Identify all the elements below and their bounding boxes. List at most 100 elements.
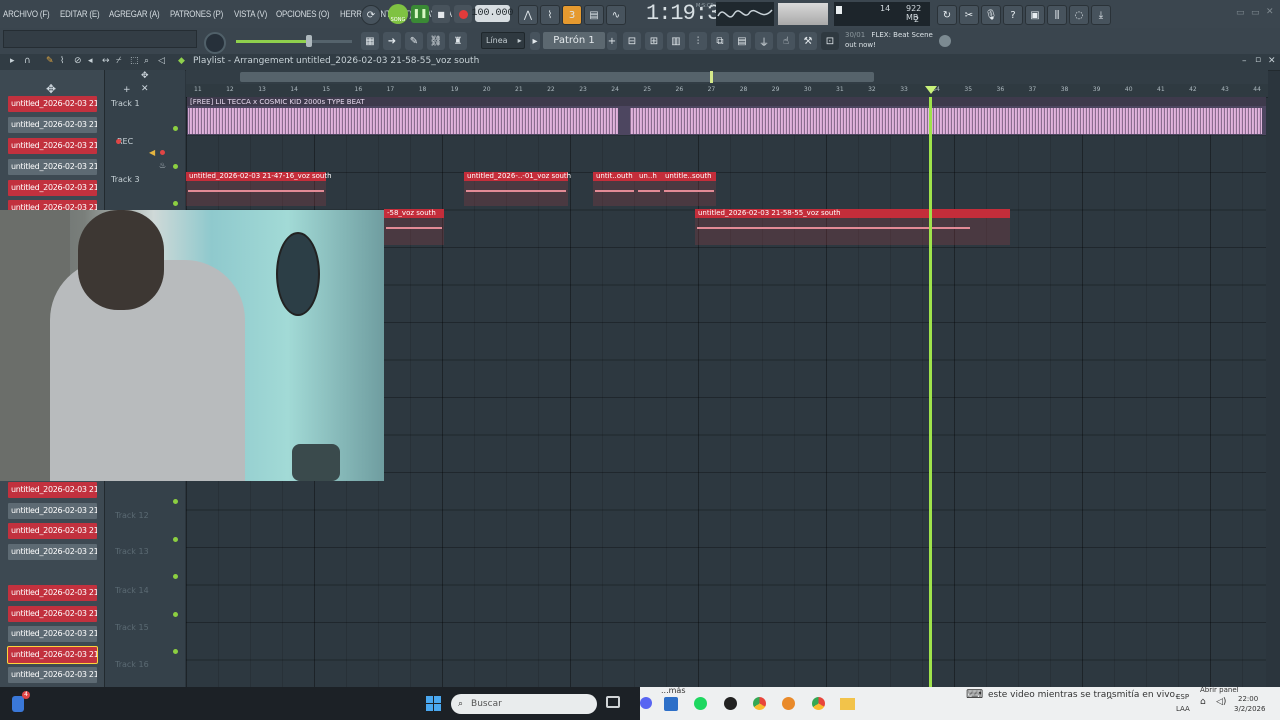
loop-record-icon[interactable]: ⟳ [361,5,381,25]
delete-icon[interactable]: ⊘ [74,56,82,66]
app-icon[interactable] [12,696,24,712]
track-14-led[interactable] [173,612,178,617]
sync-icon[interactable]: ↻ [937,5,957,25]
stop-button[interactable]: ■ [432,5,450,23]
track-16-name[interactable]: Track 16 [115,660,189,669]
news-panel[interactable]: 30/01 FLEX: Beat Scene out now! [845,30,945,52]
mute-icon[interactable]: ◂ [88,56,93,66]
window-minimize-icon[interactable]: – [1242,56,1247,66]
pattern-item-selected[interactable]: untitled_2026-02-03 21-... [7,646,98,664]
playlist-icon[interactable]: ⊟ [623,32,641,50]
chat-icon[interactable]: ◌ [1069,5,1089,25]
countdown-icon[interactable]: 3 [562,5,582,25]
microphone-icon[interactable]: 🎙 [981,5,1001,25]
pattern-item[interactable]: untitled_2026-02-03 21-... [8,117,97,133]
menu-file[interactable]: ARCHIVO (F) [3,9,50,19]
brush-icon[interactable]: ⌇ [60,56,64,66]
zoom-icon[interactable]: ⌕ [144,56,149,66]
track-2-led[interactable] [173,164,178,169]
speaker-small-icon[interactable]: ◀ [149,148,155,157]
news-settings-icon[interactable] [939,35,951,47]
calendar-app-icon[interactable] [664,697,678,711]
task-view-icon[interactable] [606,696,620,708]
snap-select[interactable]: Línea ▸ [481,32,525,49]
track-11-led[interactable] [173,499,178,504]
track-14-name[interactable]: Track 14 [115,586,189,595]
select-icon[interactable]: ⬚ [130,56,139,66]
play-button[interactable]: ❚❚ [411,5,429,23]
slice-icon[interactable]: ⌿ [116,56,121,66]
song-mode-toggle[interactable]: SONG [388,4,408,24]
menu-patterns[interactable]: PATRONES (P) [170,9,223,19]
track-12-led[interactable] [173,537,178,542]
maximize-icon[interactable]: ▭ [1251,8,1260,18]
timeline-ruler[interactable]: 11 12 13 14 15 16 17 18 19 20 21 22 23 24 25 26 27 28 29 30… [186,84,1268,98]
discord-icon[interactable] [640,697,652,709]
add-icon[interactable]: + [123,85,131,95]
record-button[interactable] [454,5,472,23]
scrollbar-thumb[interactable] [240,72,874,82]
pattern-item[interactable]: untitled_2026-02-03 21-... [8,606,97,622]
mixer-icon[interactable]: ⫼ [1047,5,1067,25]
tools-icon[interactable]: ⚒ [799,32,817,50]
pattern-item[interactable]: untitled_2026-02-03 21-... [8,667,97,683]
track-1-led[interactable] [173,126,178,131]
arrow-right-icon[interactable]: ➜ [383,32,401,50]
pattern-item[interactable]: untitled_2026-02-03 21-... [8,544,97,560]
track-15-name[interactable]: Track 15 [115,623,189,632]
pattern-prev-icon[interactable]: ▸ [530,32,540,50]
song-position-marker[interactable] [710,71,713,83]
step-edit-icon[interactable]: ▤ [584,5,604,25]
track-3-led[interactable] [173,201,178,206]
track-1-name[interactable]: Track 1 [111,99,185,108]
clock-time[interactable]: 22:00 [1238,695,1258,703]
menu-view[interactable]: VISTA (V) [234,9,267,19]
volume-icon[interactable]: ◁) [1216,697,1226,707]
pattern-item[interactable]: untitled_2026-02-03 21-... [8,482,97,498]
master-volume-handle[interactable] [306,35,312,47]
chrome-icon[interactable] [753,697,766,710]
window-close-icon[interactable]: ✕ [1268,56,1276,66]
magnet-icon[interactable]: ∩ [24,56,31,66]
open-panel-label[interactable]: Abrir panel [1200,686,1239,694]
piano-icon[interactable]: ▥ [667,32,685,50]
plugin-icon[interactable]: ⧉ [711,32,729,50]
move-small-icon[interactable]: ✥ [141,71,149,81]
save-icon[interactable]: ▣ [1025,5,1045,25]
pattern-item[interactable]: untitled_2026-02-03 21-... [8,96,97,112]
audio-clip[interactable]: untitle..south [662,172,716,206]
download-icon[interactable]: ⤓ [1091,5,1111,25]
rec-arm-icon[interactable] [116,139,121,144]
obs-icon[interactable] [724,697,737,710]
blend-notes-icon[interactable]: ∿ [606,5,626,25]
speaker-icon[interactable]: ◁ [158,56,165,66]
stamp-icon[interactable]: ♜ [449,32,467,50]
move-icon[interactable]: ✥ [46,82,56,96]
pattern-item[interactable]: untitled_2026-02-03 21-... [8,180,97,196]
playhead[interactable] [929,97,932,687]
track-15-led[interactable] [173,649,178,654]
master-pitch-knob[interactable] [204,32,226,54]
pattern-item[interactable]: untitled_2026-02-03 21-... [8,138,97,154]
tray-chevron-icon[interactable]: ^ [1106,696,1114,706]
menu-add[interactable]: AGREGAR (A) [109,9,160,19]
windows-start-icon[interactable] [426,696,441,711]
audio-clip[interactable]: untitled_2026-02-03 21-47-16_voz south [186,172,332,206]
window-maximize-icon[interactable]: ▫ [1255,55,1261,65]
track-3-name[interactable]: Track 3 [111,175,185,184]
rec-dot-icon[interactable] [160,150,165,155]
touch-icon[interactable]: ☝ [777,32,795,50]
pattern-add-icon[interactable]: + [607,32,617,50]
pattern-item[interactable]: untitled_2026-02-03 21-... [8,523,97,539]
pattern-item[interactable]: untitled_2026-02-03 21-... [8,159,97,175]
channel-rack-icon[interactable]: ⊞ [645,32,663,50]
pattern-item[interactable]: untitled_2026-02-03 21-... [8,503,97,519]
close-small-icon[interactable]: ✕ [141,84,149,94]
pencil-icon[interactable]: ✎ [46,56,54,66]
browser-icon[interactable]: ▤ [733,32,751,50]
spotify-icon[interactable] [694,697,707,710]
chrome-profile-icon[interactable] [812,697,825,710]
pattern-item[interactable]: untitled_2026-02-03 21-... [8,585,97,601]
minimize-icon[interactable]: ▭ [1236,8,1245,18]
wait-input-icon[interactable]: ⌇ [540,5,560,25]
